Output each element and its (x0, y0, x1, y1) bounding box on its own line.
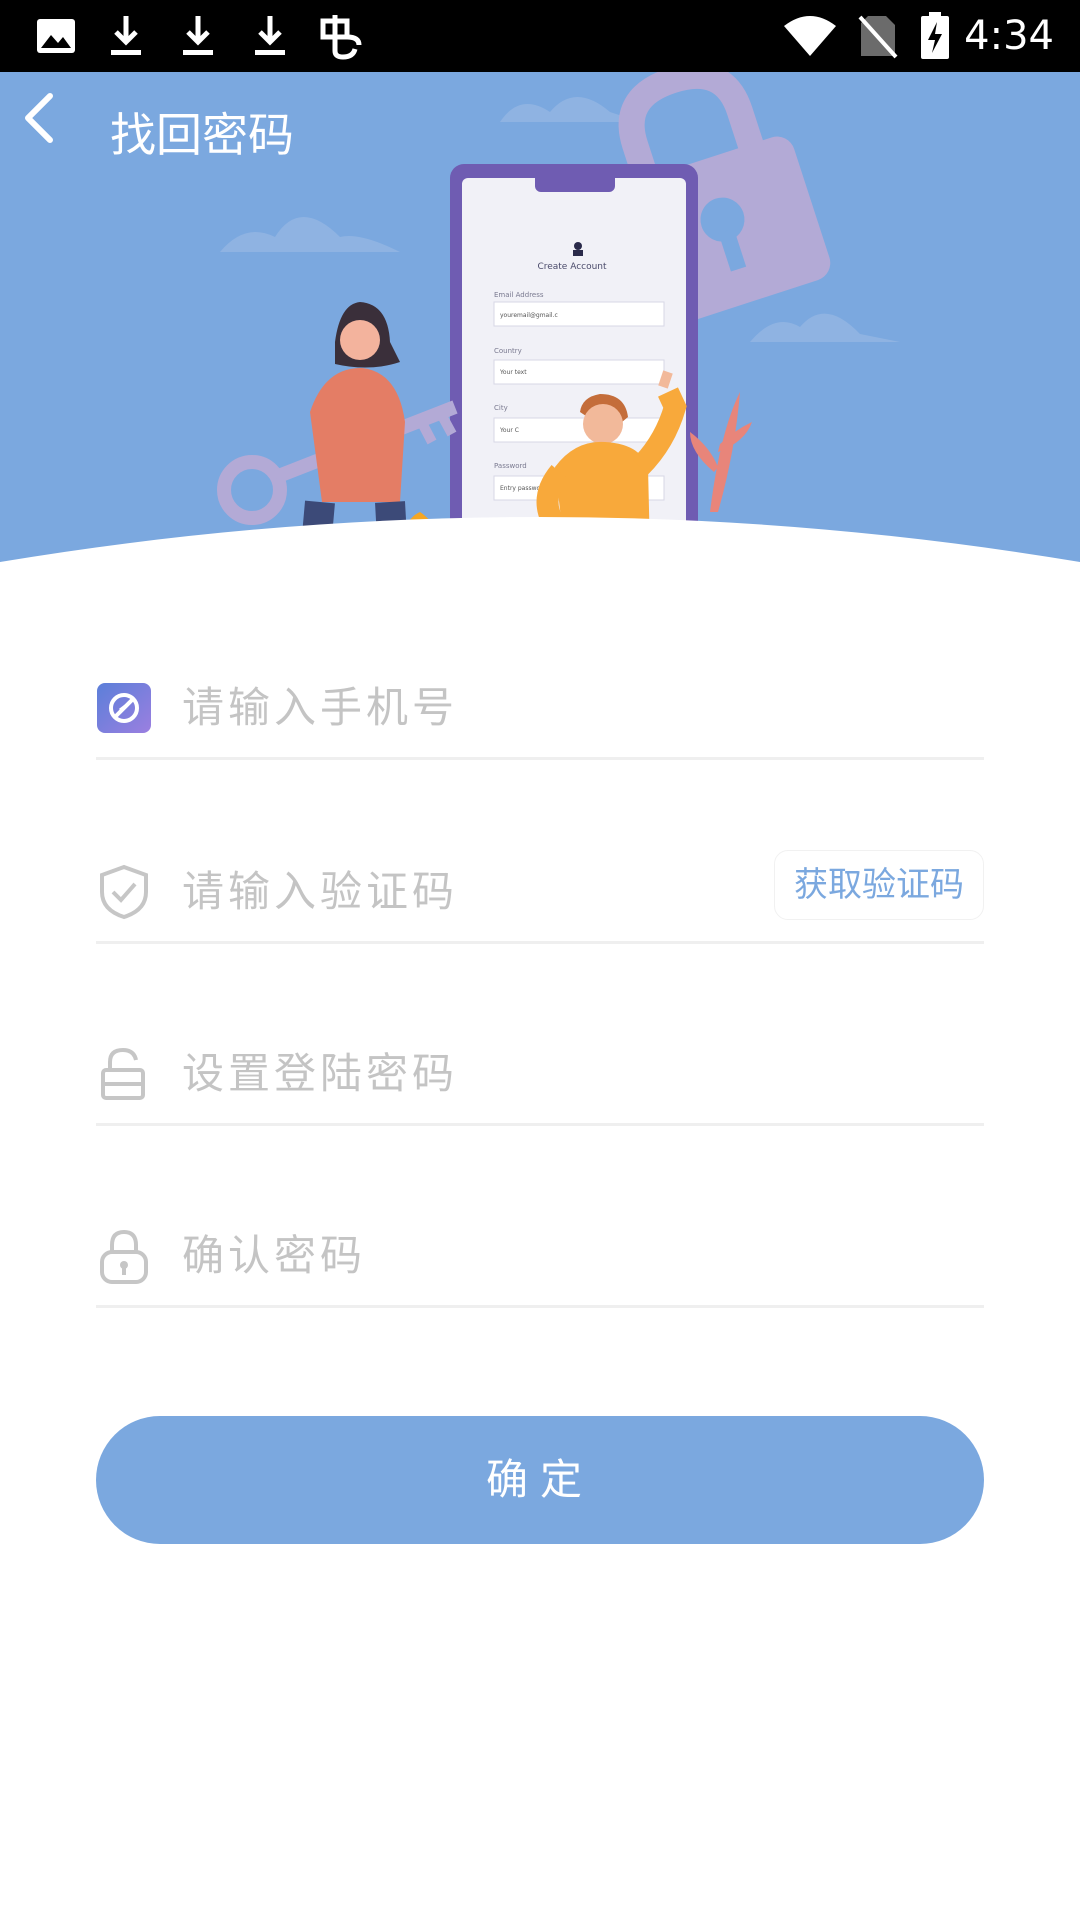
status-time: 4:34 (964, 13, 1054, 59)
phone-badge-icon (96, 680, 152, 736)
lock-icon (96, 1228, 152, 1284)
chevron-left-icon (25, 93, 53, 143)
no-sim-icon (856, 12, 900, 60)
illustration-city-value: Your C (499, 427, 519, 434)
app-notification-icon (316, 12, 368, 60)
shield-check-icon (96, 864, 152, 920)
illustration-country-value: Your text (499, 369, 527, 376)
plant-graphic (690, 392, 752, 512)
back-button[interactable] (22, 92, 78, 184)
confirm-button[interactable]: 确定 (96, 1416, 984, 1544)
confirm-password-field (96, 1198, 984, 1308)
download-icon (248, 12, 292, 60)
unlock-icon (96, 1046, 152, 1102)
page-title: 找回密码 (110, 108, 294, 162)
battery-charging-icon (918, 12, 952, 60)
illustration-city-label: City (494, 404, 508, 412)
verification-code-field: 获取验证码 (96, 834, 984, 944)
get-code-button[interactable]: 获取验证码 (774, 850, 984, 920)
wifi-icon (780, 12, 840, 60)
new-password-input[interactable] (182, 1038, 802, 1108)
illustration-card-title: Create Account (537, 262, 607, 272)
new-password-field (96, 1016, 984, 1126)
download-icon (104, 12, 148, 60)
phone-input[interactable] (182, 672, 802, 742)
image-icon (34, 12, 78, 60)
status-bar: 4:34 (0, 0, 1080, 72)
hero-header: Create Account Email Address youremail@g… (0, 72, 1080, 572)
illustration-country-label: Country (494, 347, 522, 355)
phone-field (96, 650, 984, 760)
download-icon (176, 12, 220, 60)
confirm-password-input[interactable] (182, 1220, 802, 1290)
verification-code-input[interactable] (182, 856, 642, 926)
illustration-password-label: Password (494, 462, 527, 470)
illustration-email-value: youremail@gmail.c (500, 312, 558, 319)
illustration-email-label: Email Address (494, 291, 544, 299)
